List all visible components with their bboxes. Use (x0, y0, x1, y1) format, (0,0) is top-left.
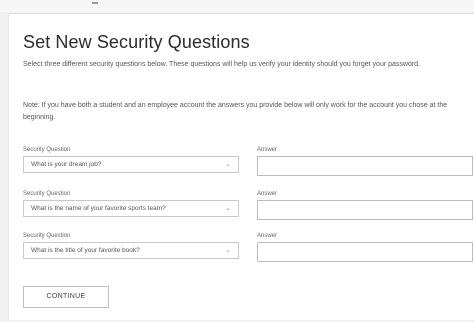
top-bar-mark (92, 2, 98, 4)
continue-button[interactable]: CONTINUE (23, 286, 109, 308)
answer-label: Answer (257, 147, 278, 153)
intro-text: Select three different security question… (23, 61, 421, 68)
selected-question: What is the name of your favorite sports… (31, 205, 166, 212)
chevron-down-icon: ⌄ (225, 161, 231, 168)
note-text: Note: If you have both a student and an … (23, 102, 448, 121)
answer-input-1[interactable] (257, 156, 473, 176)
question-row-2: Security Question Answer What is the nam… (23, 191, 473, 231)
question-label: Security Question (23, 147, 71, 153)
security-questions-panel: Set New Security Questions Select three … (8, 13, 474, 320)
security-question-select-2[interactable]: What is the name of your favorite sports… (23, 200, 239, 217)
answer-input-2[interactable] (257, 200, 473, 220)
answer-input-3[interactable] (257, 242, 473, 262)
question-row-1: Security Question Answer What is your dr… (23, 147, 473, 187)
chevron-down-icon: ⌄ (225, 247, 231, 254)
question-label: Security Question (23, 191, 71, 197)
security-question-select-1[interactable]: What is your dream job? ⌄ (23, 156, 239, 173)
answer-label: Answer (257, 233, 278, 239)
page-title: Set New Security Questions (23, 32, 250, 52)
answer-label: Answer (257, 191, 278, 197)
selected-question: What is your dream job? (31, 161, 102, 168)
chevron-down-icon: ⌄ (225, 205, 231, 212)
question-label: Security Question (23, 233, 71, 239)
top-bar (0, 0, 474, 12)
security-question-select-3[interactable]: What is the title of your favorite book?… (23, 242, 239, 259)
selected-question: What is the title of your favorite book? (31, 247, 140, 254)
question-row-3: Security Question Answer What is the tit… (23, 233, 473, 273)
